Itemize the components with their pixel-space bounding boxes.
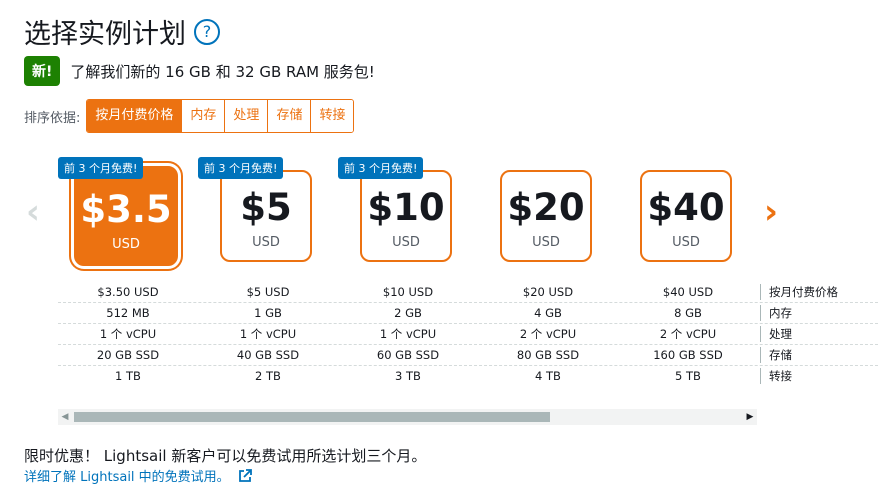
free-trial-notice: 限时优惠！ Lightsail 新客户可以免费试用所选计划三个月。 xyxy=(24,447,427,465)
plan-spec-table: $3.50 USD $5 USD $10 USD $20 USD $40 USD… xyxy=(58,282,878,386)
plan-price: $5 xyxy=(240,186,292,229)
sort-control: 排序依据: 按月付费价格 内存 处理 存储 转接 xyxy=(24,99,355,133)
spec-label: 内存 xyxy=(760,305,792,321)
spec-row-memory: 512 MB 1 GB 2 GB 4 GB 8 GB 内存 xyxy=(58,302,878,323)
plan-price: $10 xyxy=(367,186,445,229)
plan-unit: USD xyxy=(392,235,420,250)
spec-cell: $20 USD xyxy=(522,285,574,299)
spec-cell: 80 GB SSD xyxy=(516,348,580,362)
spec-cell: $40 USD xyxy=(662,285,714,299)
spec-cell: $3.50 USD xyxy=(97,285,159,299)
horizontal-scrollbar[interactable]: ◀ ▶ xyxy=(58,409,757,425)
spec-cell: 3 TB xyxy=(395,369,421,383)
spec-cell: 40 GB SSD xyxy=(236,348,300,362)
sort-label: 排序依据: xyxy=(24,110,81,126)
help-icon[interactable]: ? xyxy=(194,18,220,45)
page-title: 选择实例计划 ? xyxy=(24,12,220,51)
plan-card-5[interactable]: $40 USD xyxy=(640,170,732,262)
plan-unit: USD xyxy=(112,237,140,252)
spec-cell: 1 个 vCPU xyxy=(99,327,157,341)
spec-cell: 4 GB xyxy=(534,306,562,320)
plan-card-3[interactable]: $10 USD xyxy=(360,170,452,262)
promo-banner: 新! 了解我们新的 16 GB 和 32 GB RAM 服务包! xyxy=(24,56,375,86)
promo-text: 了解我们新的 16 GB 和 32 GB RAM 服务包! xyxy=(70,62,375,81)
free-badge: 前 3 个月免费! xyxy=(338,157,424,179)
free-badge: 前 3 个月免费! xyxy=(58,157,144,179)
new-badge: 新! xyxy=(24,56,61,86)
spec-cell: 1 个 vCPU xyxy=(239,327,297,341)
plan-card-4[interactable]: $20 USD xyxy=(500,170,592,262)
plan-price: $3.5 xyxy=(80,188,172,231)
spec-label: 处理 xyxy=(760,326,792,342)
page-title-text: 选择实例计划 xyxy=(24,19,186,50)
external-link-icon xyxy=(238,468,252,482)
spec-row-transfer: 1 TB 2 TB 3 TB 4 TB 5 TB 转接 xyxy=(58,365,878,386)
scroll-thumb[interactable] xyxy=(74,412,550,422)
sort-option-monthly-price[interactable]: 按月付费价格 xyxy=(87,100,182,132)
spec-cell: 2 个 vCPU xyxy=(659,327,717,341)
spec-row-monthly: $3.50 USD $5 USD $10 USD $20 USD $40 USD… xyxy=(58,282,878,302)
spec-cell: 2 TB xyxy=(255,369,281,383)
spec-cell: 2 个 vCPU xyxy=(519,327,577,341)
free-badge: 前 3 个月免费! xyxy=(198,157,284,179)
spec-cell: 1 GB xyxy=(254,306,282,320)
spec-cell: 512 MB xyxy=(106,306,150,320)
spec-label: 按月付费价格 xyxy=(760,284,838,300)
plan-unit: USD xyxy=(252,235,280,250)
spec-label: 转接 xyxy=(760,368,792,384)
chevron-right-icon[interactable]: › xyxy=(764,192,778,232)
free-trial-link[interactable]: 详细了解 Lightsail 中的免费试用。 xyxy=(24,466,252,485)
sort-option-processing[interactable]: 处理 xyxy=(224,100,268,132)
sort-option-transfer[interactable]: 转接 xyxy=(310,100,354,132)
plan-card-1[interactable]: $3.5 USD xyxy=(74,166,178,266)
spec-cell: 1 个 vCPU xyxy=(379,327,437,341)
plan-price: $20 xyxy=(507,186,585,229)
plan-unit: USD xyxy=(672,235,700,250)
sort-option-storage[interactable]: 存储 xyxy=(267,100,311,132)
spec-cell: 2 GB xyxy=(394,306,422,320)
sort-segmented-control: 按月付费价格 内存 处理 存储 转接 xyxy=(86,99,355,133)
spec-cell: 20 GB SSD xyxy=(96,348,160,362)
spec-label: 存储 xyxy=(760,347,792,363)
chevron-left-icon[interactable]: ‹ xyxy=(26,192,40,232)
spec-cell: 160 GB SSD xyxy=(653,348,723,362)
scroll-left-icon[interactable]: ◀ xyxy=(58,409,72,425)
plan-card-2[interactable]: $5 USD xyxy=(220,170,312,262)
spec-row-storage: 20 GB SSD 40 GB SSD 60 GB SSD 80 GB SSD … xyxy=(58,344,878,365)
plan-unit: USD xyxy=(532,235,560,250)
spec-cell: 5 TB xyxy=(675,369,701,383)
spec-cell: $10 USD xyxy=(382,285,434,299)
plan-price: $40 xyxy=(647,186,725,229)
free-trial-link-text[interactable]: 详细了解 Lightsail 中的免费试用。 xyxy=(24,466,230,485)
spec-cell: $5 USD xyxy=(246,285,290,299)
spec-cell: 60 GB SSD xyxy=(376,348,440,362)
sort-option-memory[interactable]: 内存 xyxy=(181,100,225,132)
spec-cell: 1 TB xyxy=(115,369,141,383)
spec-cell: 4 TB xyxy=(535,369,561,383)
scroll-right-icon[interactable]: ▶ xyxy=(743,409,757,425)
spec-row-cpu: 1 个 vCPU 1 个 vCPU 1 个 vCPU 2 个 vCPU 2 个 … xyxy=(58,323,878,344)
spec-cell: 8 GB xyxy=(674,306,702,320)
